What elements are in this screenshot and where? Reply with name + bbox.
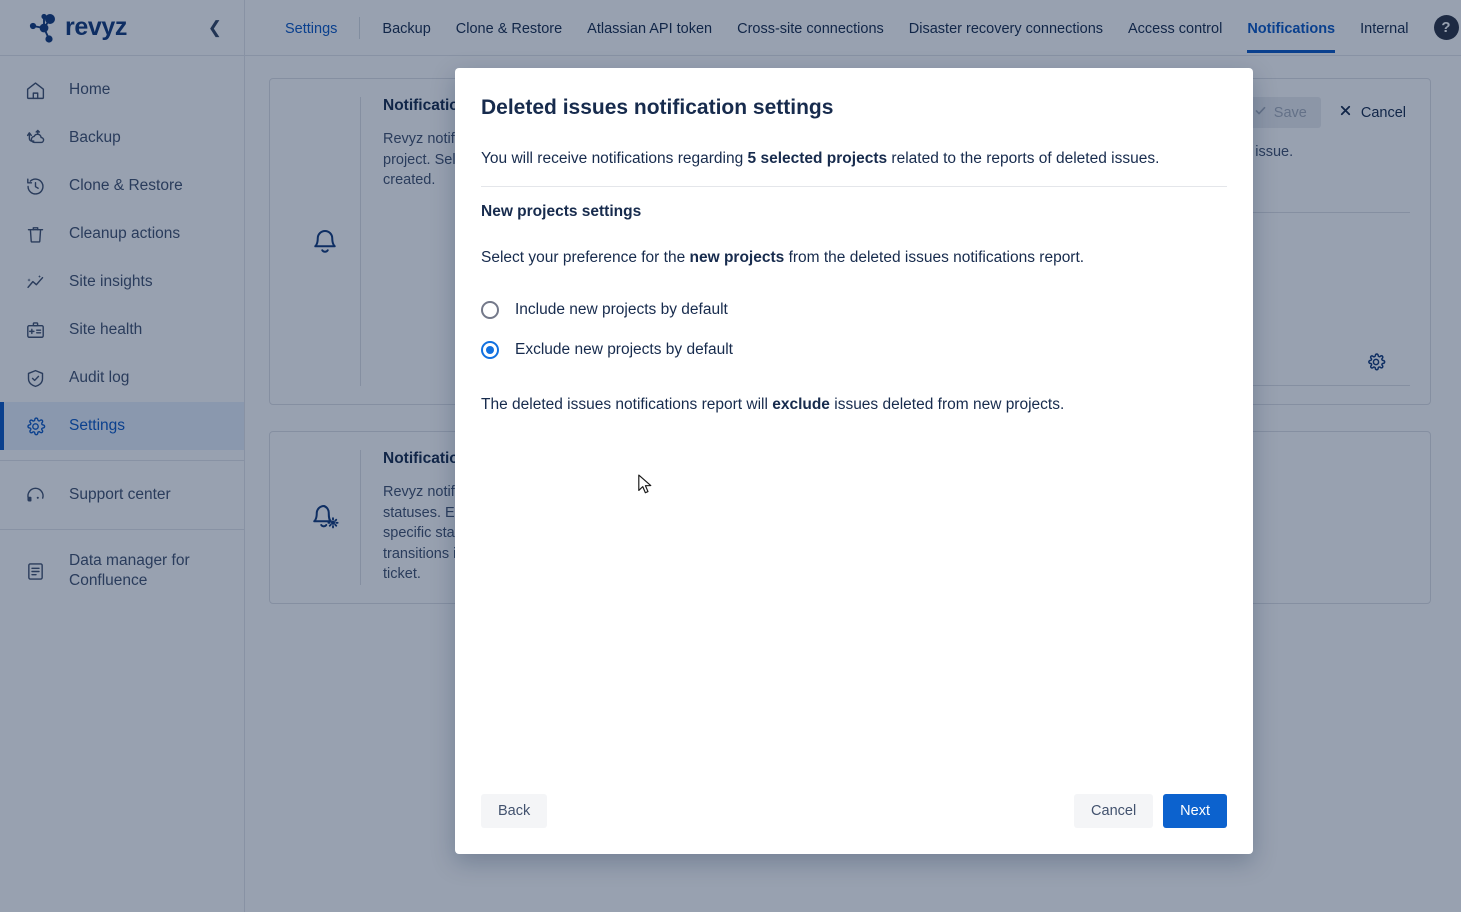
- sub-after: from the deleted issues notifications re…: [784, 249, 1084, 266]
- radio-circle-icon[interactable]: [481, 301, 499, 319]
- lede-strong: 5 selected projects: [748, 150, 888, 167]
- result-strong: exclude: [772, 396, 830, 413]
- footer-right-actions: Cancel Next: [1074, 794, 1227, 828]
- result-summary: The deleted issues notifications report …: [481, 394, 1227, 416]
- modal-footer: Back Cancel Next: [481, 794, 1227, 854]
- sub-before: Select your preference for the: [481, 249, 690, 266]
- sub-strong: new projects: [690, 249, 785, 266]
- radio-circle-selected-icon[interactable]: [481, 341, 499, 359]
- modal-lede: You will receive notifications regarding…: [481, 148, 1227, 187]
- deleted-issues-notification-modal: Deleted issues notification settings You…: [455, 68, 1253, 854]
- radio-option-include-new-projects[interactable]: Include new projects by default: [481, 290, 1227, 330]
- radio-option-exclude-new-projects[interactable]: Exclude new projects by default: [481, 330, 1227, 370]
- app-root: revyz ❮ Settings Backup Clone & Restore …: [0, 0, 1461, 912]
- section-subtext: Select your preference for the new proje…: [481, 247, 1227, 269]
- radio-option-label: Include new projects by default: [515, 301, 728, 319]
- lede-after: related to the reports of deleted issues…: [887, 150, 1159, 167]
- back-button[interactable]: Back: [481, 794, 547, 828]
- radio-option-label: Exclude new projects by default: [515, 341, 733, 359]
- modal-spacer: [481, 416, 1227, 794]
- modal-title: Deleted issues notification settings: [481, 96, 1227, 120]
- modal-cancel-button[interactable]: Cancel: [1074, 794, 1153, 828]
- lede-before: You will receive notifications regarding: [481, 150, 748, 167]
- result-after: issues deleted from new projects.: [830, 396, 1064, 413]
- next-button[interactable]: Next: [1163, 794, 1227, 828]
- result-before: The deleted issues notifications report …: [481, 396, 772, 413]
- section-heading: New projects settings: [481, 203, 1227, 221]
- new-projects-radio-group: Include new projects by default Exclude …: [481, 290, 1227, 370]
